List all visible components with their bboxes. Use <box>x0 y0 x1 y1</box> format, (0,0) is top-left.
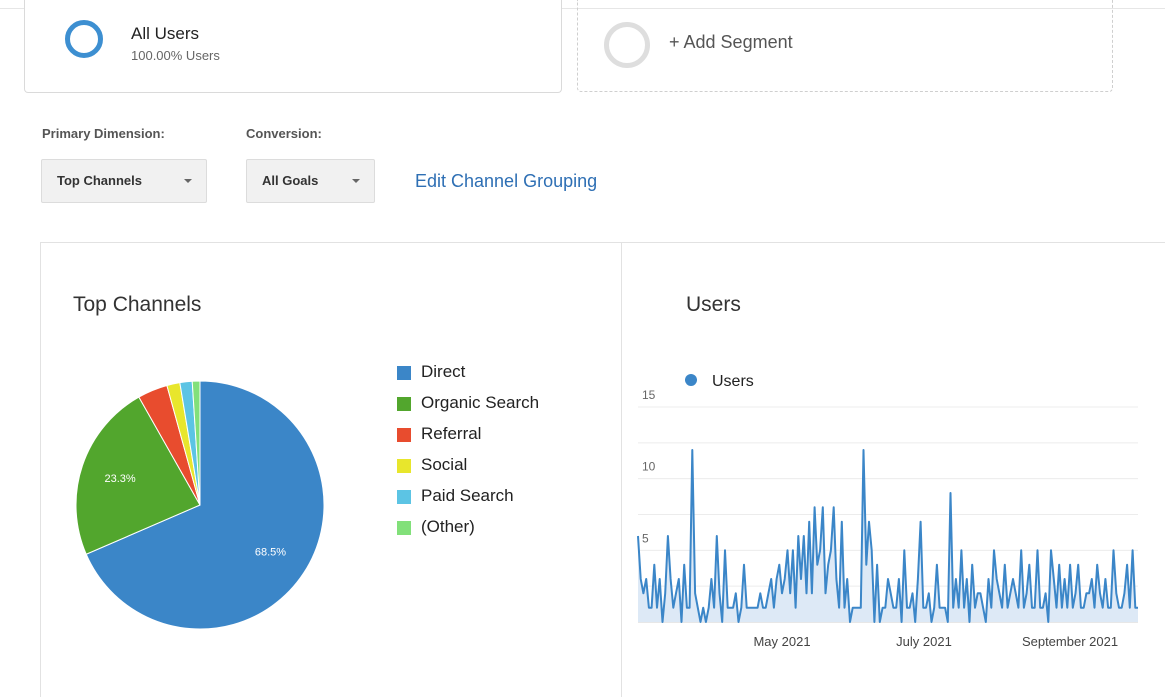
y-tick-label: 10 <box>642 460 656 474</box>
legend-swatch <box>397 397 411 411</box>
legend-label: (Other) <box>421 517 475 536</box>
edit-channel-grouping-link[interactable]: Edit Channel Grouping <box>415 171 597 192</box>
segment-all-users[interactable]: All Users 100.00% Users <box>24 0 562 93</box>
segment-circle-icon <box>65 20 103 58</box>
legend-label: Referral <box>421 424 482 443</box>
users-line-chart: Users 5 10 15 May 2021 July 2021 September 202… <box>637 373 1138 649</box>
legend-swatch <box>397 459 411 473</box>
primary-dimension-dropdown[interactable]: Top Channels <box>41 159 207 203</box>
pie-chart: 68.5% 23.3% <box>75 380 325 630</box>
segment-name: All Users <box>131 24 200 43</box>
x-tick-label: May 2021 <box>753 634 810 649</box>
segment-subtitle: 100.00% Users <box>131 48 220 63</box>
add-segment-button[interactable]: + Add Segment <box>577 0 1113 92</box>
y-tick-label: 5 <box>642 531 649 545</box>
line-chart-title: Users <box>686 293 741 316</box>
users-legend-dot <box>685 374 697 386</box>
pie-chart-title: Top Channels <box>73 293 202 316</box>
legend-swatch <box>397 490 411 504</box>
x-tick-label: September 2021 <box>1022 634 1118 649</box>
panel-border <box>40 242 1165 243</box>
pie-slice-label: 68.5% <box>255 546 286 558</box>
legend-label: Paid Search <box>421 486 514 505</box>
legend-swatch <box>397 521 411 535</box>
conversion-value: All Goals <box>262 173 319 188</box>
y-tick-label: 15 <box>642 388 656 402</box>
empty-segment-circle-icon <box>604 22 650 68</box>
primary-dimension-value: Top Channels <box>57 173 142 188</box>
primary-dimension-label: Primary Dimension: <box>42 126 165 141</box>
add-segment-label: + Add Segment <box>669 32 793 52</box>
legend-label: Organic Search <box>421 393 540 412</box>
conversion-dropdown[interactable]: All Goals <box>246 159 375 203</box>
legend-swatch <box>397 366 411 380</box>
conversion-label: Conversion: <box>246 126 322 141</box>
chevron-down-icon <box>352 179 360 183</box>
panel-border <box>40 242 41 697</box>
legend-label: Direct <box>421 362 466 381</box>
users-legend-label: Users <box>712 373 754 390</box>
x-tick-label: July 2021 <box>896 634 952 649</box>
legend-label: Social <box>421 455 468 474</box>
legend-swatch <box>397 428 411 442</box>
chevron-down-icon <box>184 179 192 183</box>
pie-slice-label: 23.3% <box>104 473 135 485</box>
